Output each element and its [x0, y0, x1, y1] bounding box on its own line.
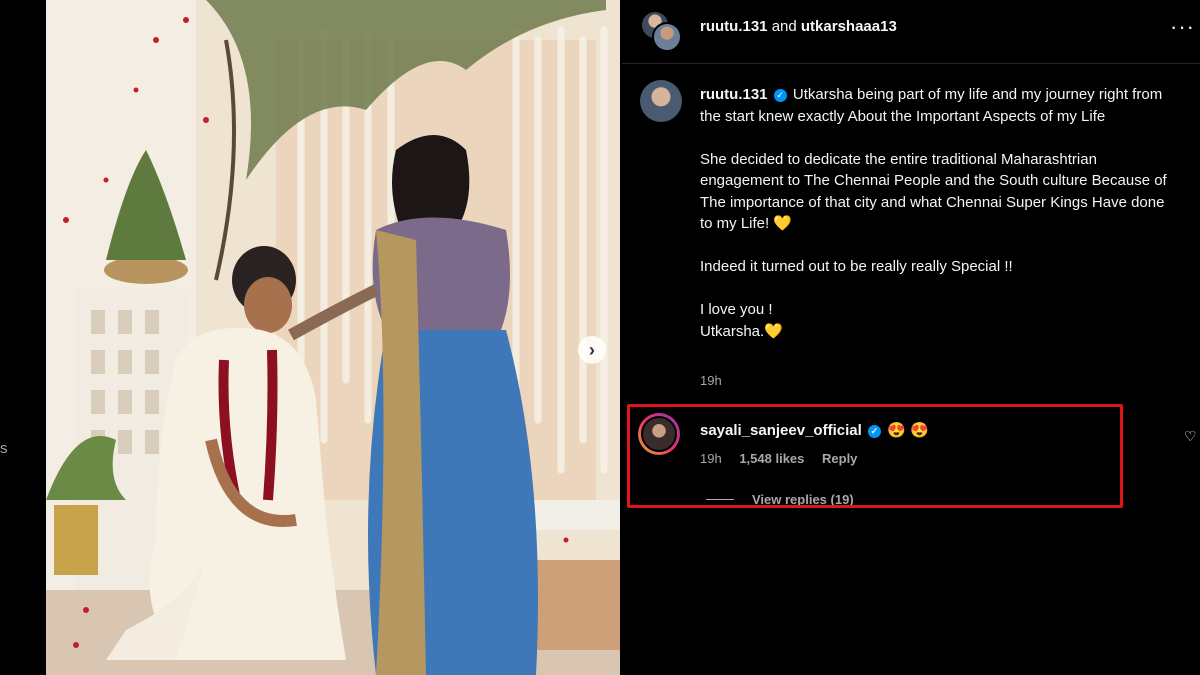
caption-paragraph: Indeed it turned out to be really really… — [700, 258, 1013, 275]
caption-text: Utkarsha being part of my life and my jo… — [700, 86, 1163, 125]
caption-author-avatar[interactable] — [640, 80, 682, 122]
chevron-right-icon: › — [589, 339, 595, 360]
engagement-photo-illustration — [46, 0, 620, 675]
caption-paragraph: I love you ! — [700, 301, 773, 318]
instagram-post-view: s › ruutu.131 and utkarshaaa13 ··· ruutu… — [0, 0, 1200, 675]
post-authors: ruutu.131 and utkarshaaa13 — [700, 18, 897, 35]
caption-paragraph: Utkarsha.💛 — [700, 322, 783, 340]
post-details-panel: ruutu.131 and utkarshaaa13 ··· ruutu.131… — [622, 0, 1200, 675]
comment-highlight-box — [627, 404, 1123, 508]
author-link[interactable]: ruutu.131 — [700, 18, 768, 35]
post-header: ruutu.131 and utkarshaaa13 ··· — [622, 0, 1200, 64]
author-conjunction: and — [771, 18, 797, 35]
truncated-edge-text: s — [0, 440, 8, 457]
caption-timestamp[interactable]: 19h — [700, 373, 722, 388]
more-options-icon[interactable]: ··· — [1170, 14, 1195, 40]
verified-badge-icon: ✓ — [773, 89, 787, 102]
post-caption: ruutu.131 ✓ Utkarsha being part of my li… — [700, 84, 1180, 342]
carousel-next-button[interactable]: › — [578, 336, 606, 364]
author-link[interactable]: utkarshaaa13 — [801, 18, 897, 35]
avatar — [652, 22, 682, 52]
caption-username[interactable]: ruutu.131 — [700, 86, 768, 103]
caption-paragraph: She decided to dedicate the entire tradi… — [700, 150, 1167, 233]
left-backdrop: s — [0, 0, 46, 675]
collab-avatars[interactable] — [640, 10, 682, 52]
like-comment-heart-icon[interactable]: ♡ — [1184, 428, 1197, 445]
post-photo[interactable]: › — [46, 0, 620, 675]
